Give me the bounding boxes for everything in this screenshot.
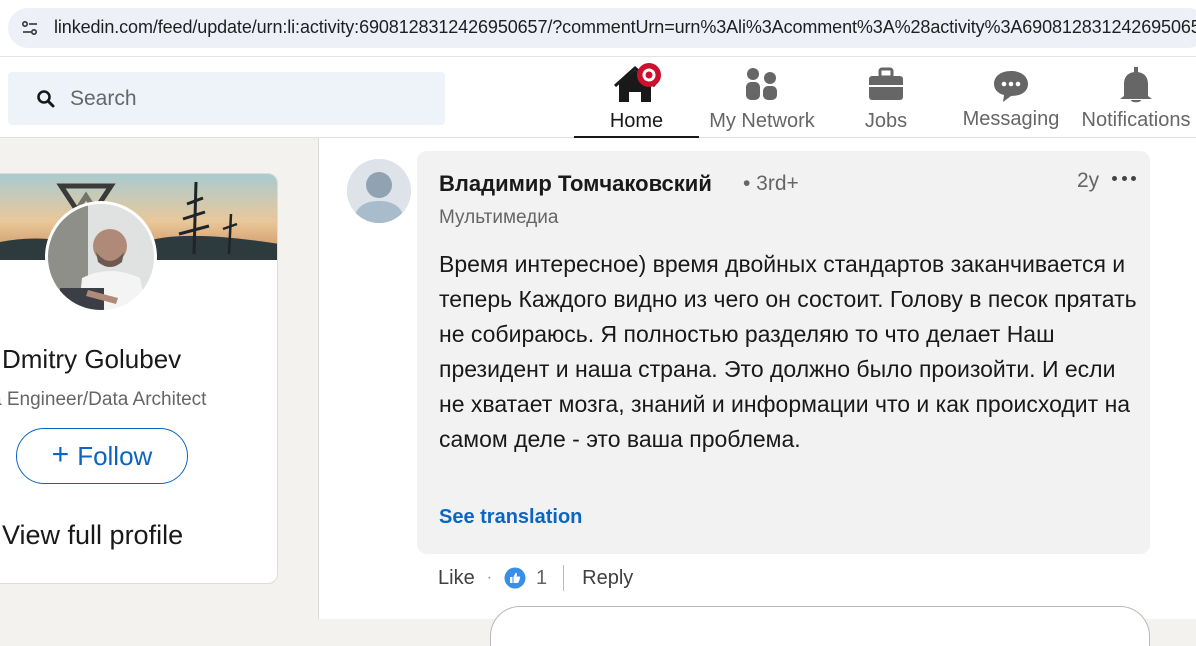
comment-text: Время интересное) время двойных стандарт…: [439, 251, 1137, 452]
person-photo: [48, 204, 154, 310]
see-translation-link[interactable]: See translation: [439, 506, 582, 529]
reply-input-box[interactable]: [490, 606, 1150, 646]
comment-timestamp: 2y: [1077, 169, 1100, 192]
commenter-avatar[interactable]: [347, 159, 411, 223]
network-icon: [746, 68, 777, 100]
briefcase-icon: [869, 67, 903, 100]
comment-thread: Владимир Томчаковский • 3rd+ Мультимедиа…: [318, 138, 1196, 646]
browser-address-bar: linkedin.com/feed/update/urn:li:activity…: [0, 0, 1196, 56]
reply-button[interactable]: Reply: [582, 567, 633, 590]
separator-dot: ·: [486, 569, 493, 586]
default-avatar-icon: [347, 159, 411, 223]
nav-my-network-label: My Network: [709, 110, 815, 132]
follow-label: Follow: [77, 440, 153, 471]
comment-bubble: Владимир Томчаковский • 3rd+ Мультимедиа…: [417, 151, 1150, 554]
linkedin-global-nav: Home My Network Jobs Messaging: [0, 56, 1196, 139]
action-divider: [563, 565, 565, 591]
reaction-count[interactable]: 1: [536, 567, 547, 590]
commenter-name[interactable]: Владимир Томчаковский: [439, 171, 712, 197]
profile-title: a Engineer/Data Architect: [0, 389, 207, 410]
nav-my-network[interactable]: My Network: [700, 57, 824, 139]
search-icon: [37, 90, 55, 108]
connection-degree: • 3rd+: [743, 172, 799, 195]
nav-messaging[interactable]: Messaging: [956, 57, 1066, 139]
nav-home[interactable]: Home: [574, 57, 699, 139]
nav-notifications[interactable]: Notifications: [1074, 57, 1196, 139]
follow-button[interactable]: + Follow: [16, 428, 188, 484]
commenter-headline: Мультимедиа: [439, 207, 559, 228]
home-icon: [613, 63, 661, 102]
nav-jobs-label: Jobs: [864, 110, 908, 132]
comment-actions: Like · 1 Reply: [438, 563, 633, 593]
nav-home-label: Home: [609, 110, 664, 132]
search-input[interactable]: [70, 82, 430, 116]
notification-dot: [636, 63, 661, 87]
url-text[interactable]: linkedin.com/feed/update/urn:li:activity…: [54, 17, 1196, 38]
view-full-profile-link[interactable]: View full profile: [2, 520, 183, 551]
nav-jobs[interactable]: Jobs: [846, 57, 926, 139]
bell-icon: [1120, 67, 1152, 103]
author-profile-card: Dmitry Golubev a Engineer/Data Architect…: [0, 173, 278, 584]
messaging-icon: [994, 71, 1028, 102]
like-button[interactable]: Like: [438, 567, 475, 590]
site-settings-icon[interactable]: [20, 18, 40, 38]
profile-name[interactable]: Dmitry Golubev: [2, 344, 181, 375]
nav-messaging-label: Messaging: [962, 108, 1060, 130]
author-avatar[interactable]: [45, 201, 157, 313]
like-reaction-icon[interactable]: [504, 567, 526, 589]
plus-icon: +: [51, 437, 70, 471]
more-options-icon[interactable]: [1109, 165, 1139, 191]
nav-notifications-label: Notifications: [1081, 109, 1191, 131]
search-box[interactable]: [8, 72, 445, 125]
